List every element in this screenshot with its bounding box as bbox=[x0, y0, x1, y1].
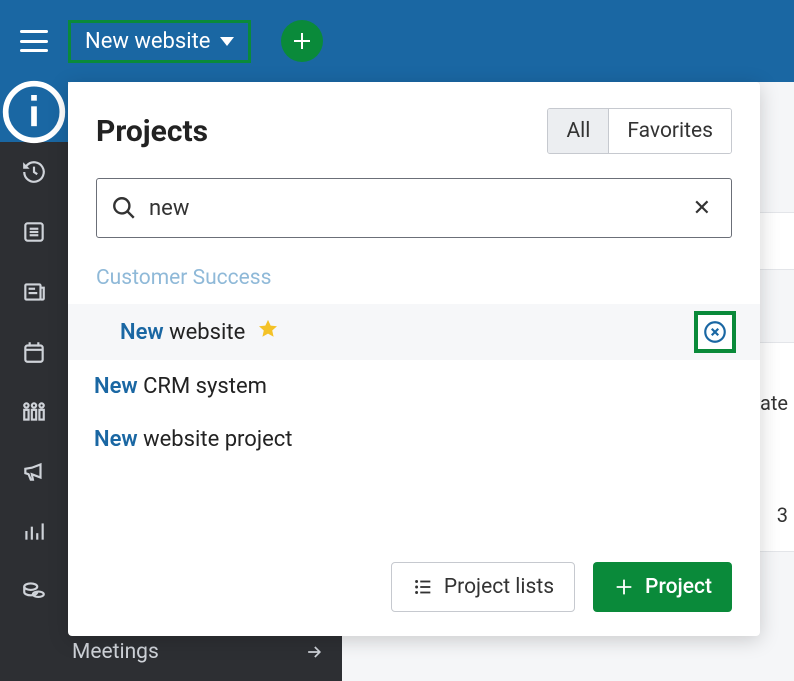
megaphone-icon bbox=[21, 458, 47, 484]
project-result-item[interactable]: New website bbox=[68, 304, 760, 360]
close-circle-icon bbox=[702, 319, 728, 345]
project-lists-button[interactable]: Project lists bbox=[391, 562, 575, 612]
project-result-item[interactable]: New CRM system bbox=[68, 360, 760, 413]
plus-icon bbox=[613, 576, 635, 598]
main-menu-button[interactable] bbox=[20, 30, 48, 52]
project-result-list: New website New CRM system New website p… bbox=[68, 304, 760, 466]
project-search-input[interactable] bbox=[137, 196, 687, 221]
match-highlight: New bbox=[94, 427, 138, 452]
top-bar: New website bbox=[0, 0, 794, 82]
popover-title: Projects bbox=[96, 114, 208, 149]
icon-sidebar bbox=[0, 82, 68, 681]
history-icon bbox=[21, 159, 47, 185]
project-selector-dropdown[interactable]: New website bbox=[68, 20, 251, 63]
global-add-button[interactable] bbox=[281, 20, 323, 62]
sidebar-item-news[interactable] bbox=[0, 262, 68, 322]
project-result-item[interactable]: New website project bbox=[68, 413, 760, 466]
sidebar-item-work-packages[interactable] bbox=[0, 202, 68, 262]
sidebar-item-info[interactable] bbox=[0, 82, 68, 142]
project-search-box[interactable]: ✕ bbox=[96, 178, 732, 238]
chevron-down-icon bbox=[220, 37, 234, 46]
current-project-label: New website bbox=[85, 29, 210, 54]
match-highlight: New bbox=[120, 320, 164, 345]
sidebar-item-announce[interactable] bbox=[0, 441, 68, 501]
sidebar-item-label: Meetings bbox=[72, 640, 159, 664]
button-label: Project bbox=[645, 575, 712, 599]
arrow-right-icon bbox=[304, 642, 324, 662]
match-highlight: New bbox=[94, 374, 138, 399]
plus-icon bbox=[290, 29, 314, 53]
button-label: Project lists bbox=[444, 575, 554, 599]
tab-favorites[interactable]: Favorites bbox=[608, 109, 731, 153]
info-icon bbox=[0, 78, 68, 146]
sidebar-item-budgets[interactable] bbox=[0, 561, 68, 621]
sidebar-item-activity[interactable] bbox=[0, 142, 68, 202]
projects-popover: Projects All Favorites ✕ Customer Succes… bbox=[68, 82, 760, 636]
remove-favorite-button[interactable] bbox=[694, 311, 736, 353]
result-rest: CRM system bbox=[138, 374, 267, 399]
favorite-star-icon bbox=[257, 318, 279, 346]
sidebar-item-reports[interactable] bbox=[0, 501, 68, 561]
news-icon bbox=[21, 279, 47, 305]
peek-text-2: 3 bbox=[777, 503, 788, 527]
calendar-icon bbox=[21, 339, 47, 365]
coins-icon bbox=[21, 578, 47, 604]
create-project-button[interactable]: Project bbox=[593, 562, 732, 612]
search-icon bbox=[111, 195, 137, 221]
projects-filter-tabs: All Favorites bbox=[547, 108, 732, 154]
peek-text-1: ate bbox=[760, 391, 788, 415]
result-rest: website bbox=[164, 320, 246, 345]
result-rest: website project bbox=[138, 427, 293, 452]
clear-search-button[interactable]: ✕ bbox=[687, 192, 717, 225]
tab-all[interactable]: All bbox=[548, 109, 608, 153]
list-icon bbox=[21, 219, 47, 245]
list-bullet-icon bbox=[412, 576, 434, 598]
bar-chart-icon bbox=[21, 518, 47, 544]
sidebar-item-team-planner[interactable] bbox=[0, 382, 68, 442]
project-group-label: Customer Success bbox=[96, 258, 732, 304]
team-icon bbox=[21, 399, 47, 425]
sidebar-item-calendar[interactable] bbox=[0, 322, 68, 382]
